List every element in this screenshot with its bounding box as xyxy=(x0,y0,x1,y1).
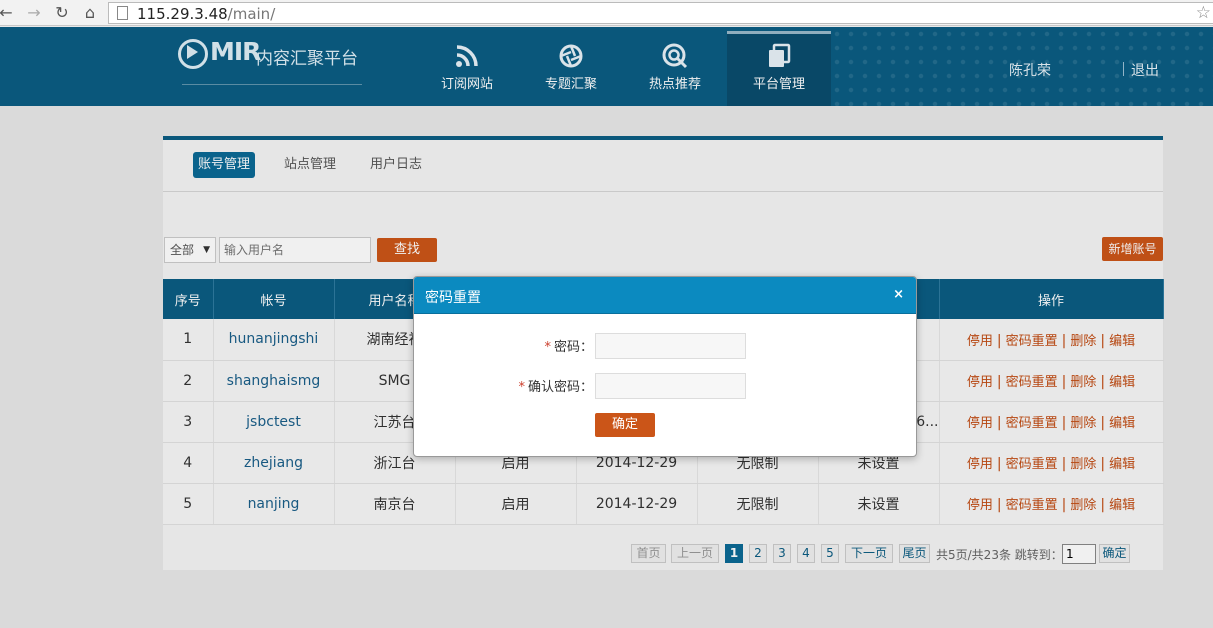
url-text: 115.29.3.48/main/ xyxy=(137,5,276,23)
page-icon xyxy=(117,6,128,20)
back-icon[interactable]: ← xyxy=(0,3,16,23)
required-mark: * xyxy=(544,340,551,355)
bookmark-star-icon[interactable]: ☆ xyxy=(1196,3,1211,23)
confirm-button[interactable]: 确定 xyxy=(595,413,655,437)
address-bar[interactable]: 115.29.3.48/main/ ☆ xyxy=(108,2,1213,24)
reload-icon[interactable]: ↻ xyxy=(52,3,72,23)
password-field[interactable] xyxy=(595,333,746,359)
forward-icon[interactable]: → xyxy=(24,3,44,23)
required-mark: * xyxy=(518,380,525,395)
dialog-header: 密码重置 × xyxy=(414,277,916,314)
confirm-password-field[interactable] xyxy=(595,373,746,399)
close-icon[interactable]: × xyxy=(893,287,904,302)
reset-password-dialog: 密码重置 × * 密码： * 确认密码： 确定 xyxy=(413,276,917,457)
home-icon[interactable]: ⌂ xyxy=(80,3,100,23)
browser-toolbar: ← → ↻ ⌂ 115.29.3.48/main/ ☆ xyxy=(0,0,1213,26)
dialog-title: 密码重置 xyxy=(425,290,481,306)
confirm-password-label: * 确认密码： xyxy=(518,380,593,395)
password-label: * 密码： xyxy=(544,340,593,355)
